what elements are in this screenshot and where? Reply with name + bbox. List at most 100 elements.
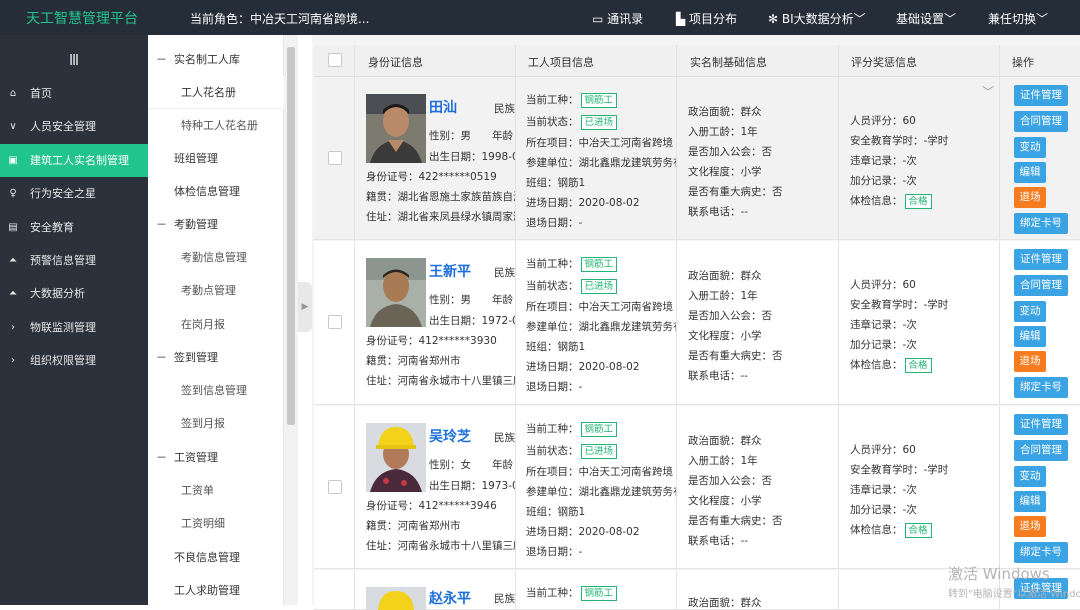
sidebar-item-education[interactable]: ▤ 安全教育 bbox=[0, 211, 148, 244]
subnav-help[interactable]: 工人求助管理 bbox=[148, 574, 284, 607]
unit-field: 参建单位：湖北鑫鼎龙建筑劳务有 bbox=[526, 321, 676, 333]
column-divider bbox=[999, 406, 1000, 568]
subnav-monthly[interactable]: 在岗月报 bbox=[148, 308, 284, 341]
physical-field: 体检信息： 合格 bbox=[850, 193, 932, 209]
violation-field: 违章记录：-次 bbox=[850, 155, 917, 167]
enter-date-field: 进场日期：2020-08-02 bbox=[526, 526, 640, 538]
chevron-down-icon[interactable]: ﹀ bbox=[982, 83, 994, 100]
cert-button[interactable]: 证件管理 bbox=[1014, 414, 1068, 435]
scroll-thumb[interactable] bbox=[287, 47, 295, 425]
subnav-payroll[interactable]: 工资单 bbox=[148, 474, 284, 507]
subnav-attendance-info[interactable]: 考勤信息管理 bbox=[148, 241, 284, 274]
edit-button[interactable]: 编辑 bbox=[1014, 326, 1046, 347]
column-divider bbox=[838, 45, 839, 76]
edit-button[interactable]: 编辑 bbox=[1014, 491, 1046, 512]
leave-button[interactable]: 退场 bbox=[1014, 516, 1046, 537]
sidebar-item-iot[interactable]: › 物联监测管理 bbox=[0, 311, 148, 344]
select-all-checkbox[interactable] bbox=[328, 53, 342, 67]
leave-button[interactable]: 退场 bbox=[1014, 187, 1046, 208]
age-label: 年龄 bbox=[492, 130, 513, 142]
subnav-group-signin[interactable]: － 签到管理 bbox=[148, 341, 284, 374]
exit-date-field: 退场日期：- bbox=[526, 381, 583, 393]
chevron-down-icon: ﹀ bbox=[853, 12, 866, 26]
header-id: 身份证信息 bbox=[368, 56, 423, 69]
subnav-signin-monthly[interactable]: 签到月报 bbox=[148, 407, 284, 440]
edit-button[interactable]: 编辑 bbox=[1014, 162, 1046, 183]
worker-name[interactable]: 田汕 bbox=[429, 97, 457, 117]
origin-field: 籍贯：湖北省恩施土家族苗族自治 bbox=[366, 191, 515, 203]
bind-card-button[interactable]: 绑定卡号 bbox=[1014, 542, 1068, 563]
worker-photo bbox=[366, 423, 426, 492]
hours-field: 安全教育学时：-学时 bbox=[850, 135, 949, 147]
nav-bigdata[interactable]: ✻ BI大数据分析﹀ bbox=[768, 10, 866, 27]
chevron-down-icon: ﹀ bbox=[944, 12, 957, 26]
change-button[interactable]: 变动 bbox=[1014, 466, 1046, 487]
change-button[interactable]: 变动 bbox=[1014, 301, 1046, 322]
subnav-attendance-point[interactable]: 考勤点管理 bbox=[148, 274, 284, 307]
nav-switch[interactable]: 兼任切换﹀ bbox=[988, 10, 1048, 27]
leave-button[interactable]: 退场 bbox=[1014, 351, 1046, 372]
illness-field: 是否有重大病史：否 bbox=[688, 350, 783, 362]
column-divider bbox=[676, 241, 677, 404]
bind-card-button[interactable]: 绑定卡号 bbox=[1014, 213, 1068, 234]
subnav-special-roster[interactable]: 特种工人花名册 bbox=[148, 109, 284, 142]
worker-photo bbox=[366, 94, 426, 163]
change-button[interactable]: 变动 bbox=[1014, 137, 1046, 158]
subnav-bad-info[interactable]: 不良信息管理 bbox=[148, 541, 284, 574]
sidebar-item-star[interactable]: ♀ 行为安全之星 bbox=[0, 177, 148, 210]
sidebar-item-bigdata[interactable]: ⏶ 大数据分析 bbox=[0, 277, 148, 310]
subnav-roster[interactable]: 工人花名册 bbox=[148, 76, 284, 109]
column-divider bbox=[999, 241, 1000, 404]
table-row[interactable]: 田汕 民族 性别：男 年龄 出生日期：1998-0 身份证号：422******… bbox=[314, 77, 1080, 240]
nav-projects[interactable]: ▙ 项目分布 bbox=[676, 10, 737, 27]
worker-name[interactable]: 赵永平 bbox=[429, 588, 471, 608]
trade-field: 当前工种： 钢筋工 bbox=[526, 421, 618, 437]
gender-field: 性别：男 bbox=[429, 294, 471, 306]
sidebar-item-warning[interactable]: ⏶ 预警信息管理 bbox=[0, 244, 148, 277]
table-row[interactable]: 王新平 民族 性别：男 年龄 出生日期：1972-0 身份证号：412*****… bbox=[314, 241, 1080, 405]
cert-button[interactable]: 证件管理 bbox=[1014, 249, 1068, 270]
row-checkbox[interactable] bbox=[328, 315, 342, 329]
header-basic: 实名制基础信息 bbox=[690, 56, 767, 69]
gender-field: 性别：女 bbox=[429, 459, 471, 471]
subnav-health[interactable]: 体检信息管理 bbox=[148, 175, 284, 208]
worker-name[interactable]: 吴玲芝 bbox=[429, 426, 471, 446]
subnav-group-worker-library[interactable]: － 实名制工人库 bbox=[148, 43, 284, 76]
subnav-pay-detail[interactable]: 工资明细 bbox=[148, 507, 284, 540]
group-field: 班组：钢筋1 bbox=[526, 506, 586, 518]
contract-button[interactable]: 合同管理 bbox=[1014, 111, 1068, 132]
subnav-signin-info[interactable]: 签到信息管理 bbox=[148, 374, 284, 407]
chevron-down-icon: ∨ bbox=[9, 121, 17, 132]
bind-card-button[interactable]: 绑定卡号 bbox=[1014, 377, 1068, 398]
row-checkbox[interactable] bbox=[328, 480, 342, 494]
windows-activation-hint: 转到"电脑设置"以激活 Windows bbox=[948, 589, 1080, 600]
sidebar-item-personnel[interactable]: ∨ 人员安全管理 bbox=[0, 110, 148, 143]
home-icon: ⌂ bbox=[9, 88, 17, 99]
column-divider bbox=[515, 45, 516, 76]
nav-settings[interactable]: 基础设置﹀ bbox=[896, 10, 956, 27]
nav-contacts[interactable]: ▭ 通讯录 bbox=[592, 10, 643, 27]
contract-button[interactable]: 合同管理 bbox=[1014, 440, 1068, 461]
collapse-panel-icon[interactable]: ▶ bbox=[298, 282, 312, 332]
column-divider bbox=[515, 77, 516, 239]
seniority-field: 入册工龄：1年 bbox=[688, 290, 758, 302]
sidebar-item-org[interactable]: › 组织权限管理 bbox=[0, 344, 148, 377]
contract-button[interactable]: 合同管理 bbox=[1014, 275, 1068, 296]
current-role[interactable]: 当前角色：中冶天工河南省跨境... bbox=[190, 10, 369, 27]
nation-label: 民族 bbox=[494, 593, 515, 605]
origin-field: 籍贯：河南省郑州市 bbox=[366, 520, 461, 532]
worker-name[interactable]: 王新平 bbox=[429, 261, 471, 281]
subnav-group-wages[interactable]: － 工资管理 bbox=[148, 441, 284, 474]
sidebar-item-home[interactable]: ⌂ 首页 bbox=[0, 77, 148, 110]
subnav-scrollbar[interactable] bbox=[284, 35, 298, 605]
subnav-group-attendance[interactable]: － 考勤管理 bbox=[148, 208, 284, 241]
sidebar-item-realname[interactable]: ▣ 建筑工人实名制管理 bbox=[0, 144, 148, 177]
row-checkbox[interactable] bbox=[328, 151, 342, 165]
table-row[interactable]: 吴玲芝 民族 性别：女 年龄 出生日期：1973-0 身份证号：412*****… bbox=[314, 406, 1080, 569]
cert-button[interactable]: 证件管理 bbox=[1014, 85, 1068, 106]
subnav-team[interactable]: 班组管理 bbox=[148, 142, 284, 175]
group-field: 班组：钢筋1 bbox=[526, 177, 586, 189]
worker-photo bbox=[366, 587, 426, 610]
unit-field: 参建单位：湖北鑫鼎龙建筑劳务有 bbox=[526, 486, 676, 498]
sidebar: Ⅲ ⌂ 首页 ∨ 人员安全管理 ▣ 建筑工人实名制管理 ♀ 行为安全之星 ▤ 安全教育 ⏶… bbox=[0, 35, 148, 605]
